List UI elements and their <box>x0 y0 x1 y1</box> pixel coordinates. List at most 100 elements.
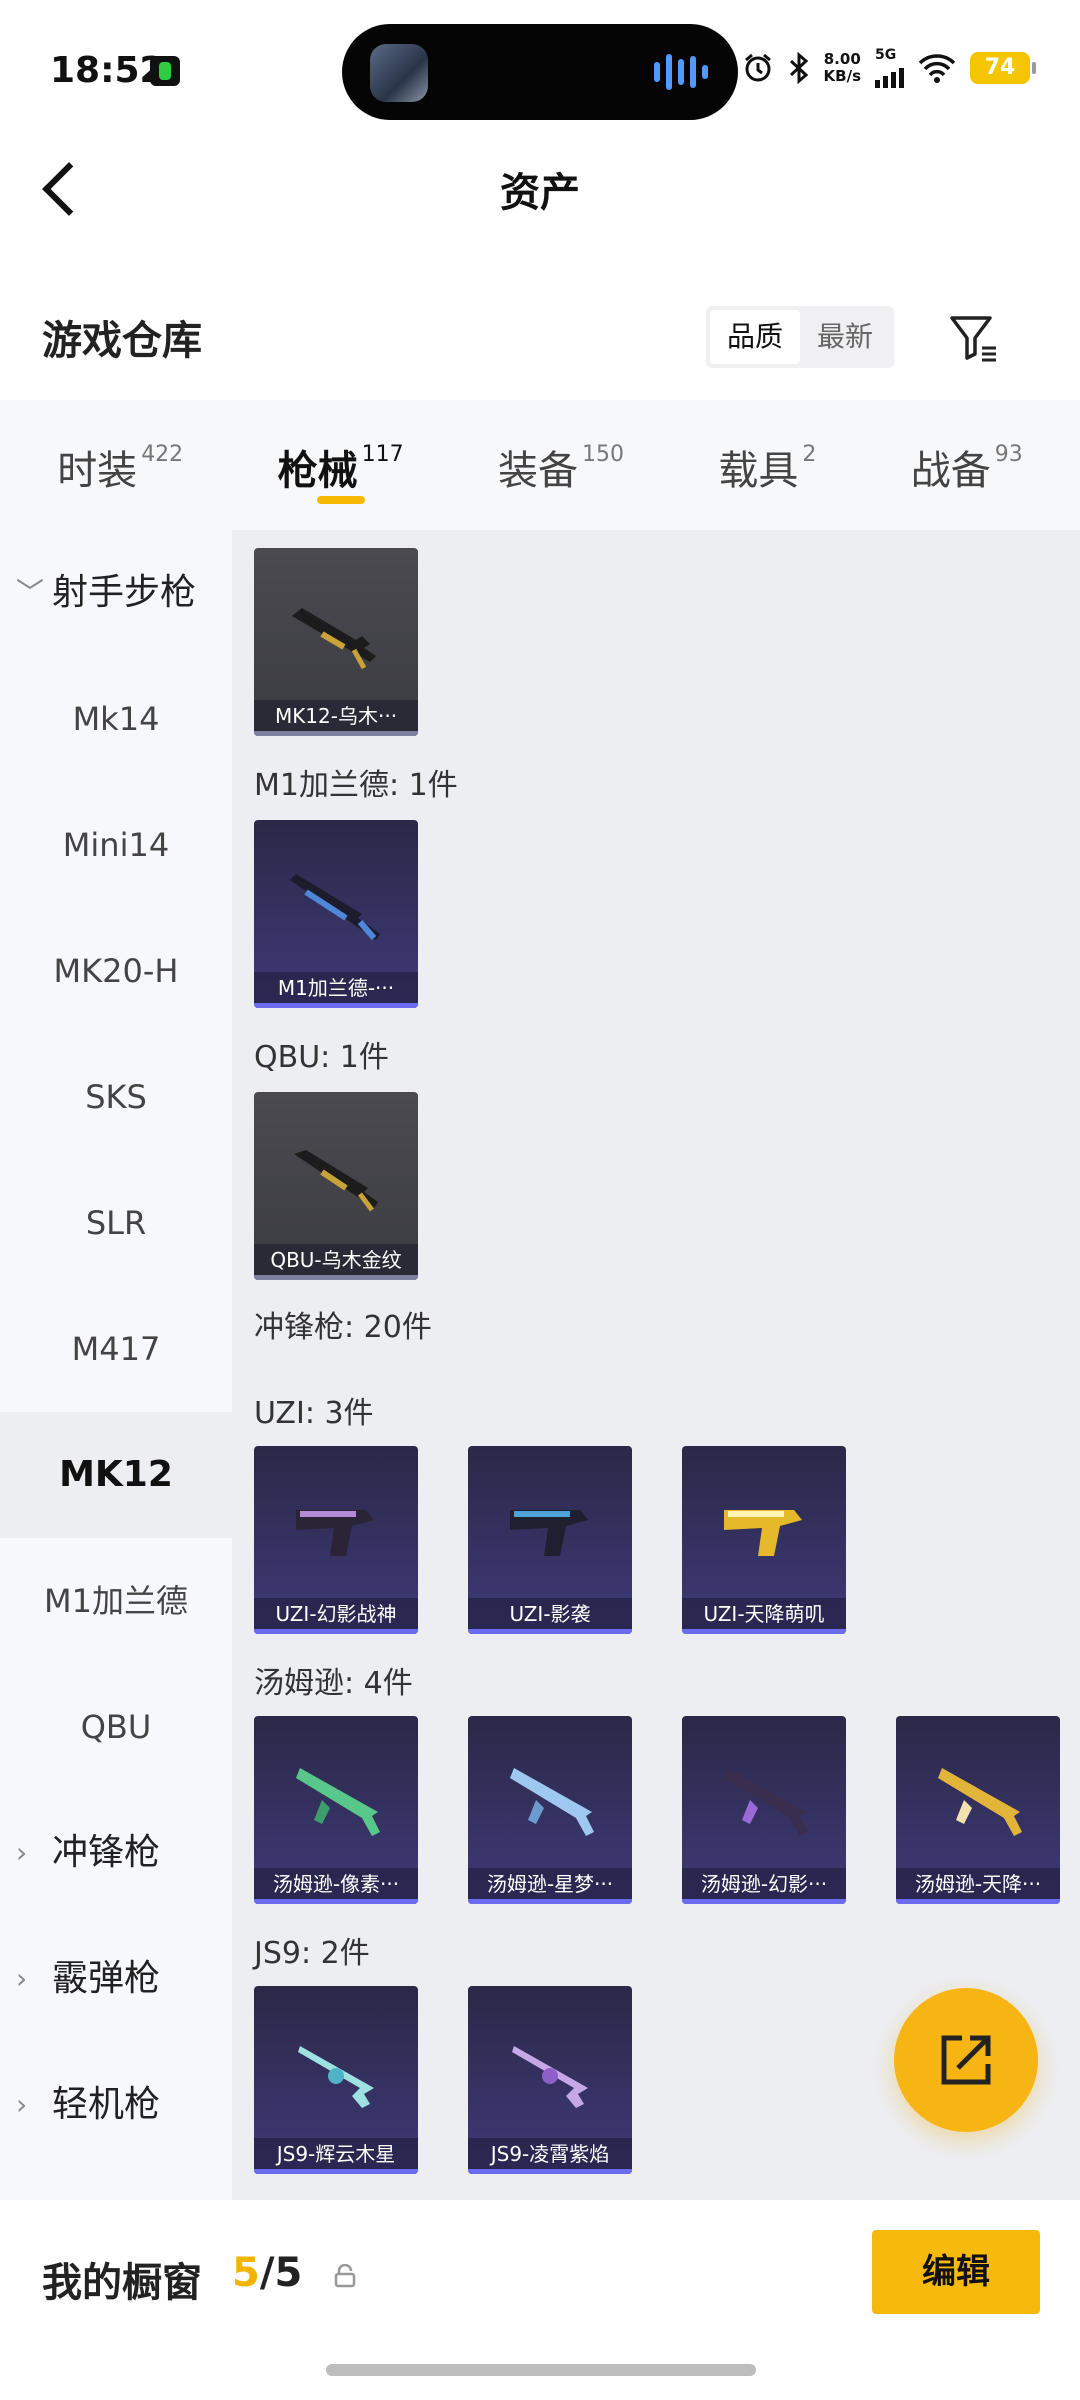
section-label-qbu: QBU: 1件 <box>254 1040 389 1075</box>
tab-count: 93 <box>994 442 1023 467</box>
sidebar-item-lmg[interactable]: › 轻机枪 <box>0 2042 232 2168</box>
weapon-card[interactable]: M1加兰德-··· <box>254 820 418 1008</box>
uzi-icon <box>724 1510 802 1556</box>
weapon-card[interactable]: JS9-凌霄紫焰 <box>468 1986 632 2174</box>
dynamic-island[interactable] <box>342 24 738 120</box>
tab-count: 422 <box>141 442 184 467</box>
weapon-card-label: 汤姆逊-星梦··· <box>468 1868 632 1904</box>
showcase-count: 5/5 <box>232 2250 303 2296</box>
sort-toggle: 品质 最新 <box>706 306 894 368</box>
weapon-card-label: M1加兰德-··· <box>254 972 418 1008</box>
tab-fashion[interactable]: 时装 422 <box>57 400 183 530</box>
weapon-card[interactable]: UZI-幻影战神 <box>254 1446 418 1634</box>
edit-button[interactable]: 编辑 <box>872 2230 1040 2314</box>
sidebar-item-mk14[interactable]: Mk14 <box>0 656 232 782</box>
share-button[interactable] <box>894 1988 1038 2132</box>
tab-count: 2 <box>802 442 817 467</box>
section-label-smg: 冲锋枪: 20件 <box>254 1310 432 1345</box>
weapon-card-label: UZI-幻影战神 <box>254 1598 418 1634</box>
sidebar-item-slr[interactable]: SLR <box>0 1160 232 1286</box>
alarm-icon <box>744 53 771 82</box>
weapon-card-label: JS9-辉云木星 <box>254 2138 418 2174</box>
section-label-thompson: 汤姆逊: 4件 <box>254 1666 413 1701</box>
showcase-label: 我的橱窗 <box>42 2260 202 2306</box>
sort-quality-button[interactable]: 品质 <box>710 310 800 364</box>
filter-button[interactable] <box>944 308 1004 368</box>
section-label-m1: M1加兰德: 1件 <box>254 768 458 803</box>
sidebar-item-smg[interactable]: › 冲锋枪 <box>0 1790 232 1916</box>
weapon-card-label: JS9-凌霄紫焰 <box>468 2138 632 2174</box>
bluetooth-icon <box>789 52 808 84</box>
status-bar: 18:52 8.00 KB/s 5G 74 <box>0 0 1080 140</box>
sidebar-item-dmr[interactable]: ﹀ 射手步枪 <box>0 530 232 656</box>
lock-icon <box>334 2264 356 2288</box>
wifi-icon <box>918 54 956 83</box>
network-speed: 8.00 KB/s <box>823 50 861 85</box>
sidebar-item-m417[interactable]: M417 <box>0 1286 232 1412</box>
status-icons: 8.00 KB/s 5G 74 <box>742 48 1036 88</box>
section-label-js9: JS9: 2件 <box>254 1936 370 1971</box>
status-time: 18:52 <box>50 50 165 91</box>
battery-indicator: 74 <box>970 52 1036 84</box>
weapon-grid: MK12-乌木··· M1加兰德: 1件 M1加兰德-··· QBU: 1件 Q… <box>232 530 1080 2200</box>
weapon-sidebar: ﹀ 射手步枪 Mk14 Mini14 MK20-H SKS SLR M417 MK… <box>0 530 232 2200</box>
weapon-card[interactable]: MK12-乌木··· <box>254 548 418 736</box>
tab-firearms[interactable]: 枪械 117 <box>278 400 404 530</box>
smg-icon <box>510 1768 594 1836</box>
weapon-card-label: MK12-乌木··· <box>254 700 418 736</box>
weapon-card[interactable]: UZI-影袭 <box>468 1446 632 1634</box>
rifle-icon <box>292 608 376 670</box>
section-label-uzi: UZI: 3件 <box>254 1396 374 1431</box>
weapon-card-label: 汤姆逊-天降··· <box>896 1868 1060 1904</box>
weapon-card[interactable]: 汤姆逊-星梦··· <box>468 1716 632 1904</box>
weapon-card-label: 汤姆逊-幻影··· <box>682 1868 846 1904</box>
sidebar-item-mk12[interactable]: MK12 <box>0 1412 232 1538</box>
tab-vehicles[interactable]: 载具 2 <box>718 400 816 530</box>
smg-icon <box>296 1768 380 1836</box>
weapon-card[interactable]: UZI-天降萌叽 <box>682 1446 846 1634</box>
app-notification-icon <box>150 56 180 86</box>
sidebar-item-qbu[interactable]: QBU <box>0 1664 232 1790</box>
tab-supplies[interactable]: 战备 93 <box>911 400 1023 530</box>
chevron-down-icon: ﹀ <box>16 576 45 609</box>
sidebar-item-mk20h[interactable]: MK20-H <box>0 908 232 1034</box>
chevron-right-icon: › <box>16 2088 28 2121</box>
category-tabs: 时装 422 枪械 117 装备 150 载具 2 战备 93 <box>0 400 1080 530</box>
tab-count: 150 <box>581 442 624 467</box>
weapon-card-label: 汤姆逊-像素··· <box>254 1868 418 1904</box>
sidebar-item-m1-garand[interactable]: M1加兰德 <box>0 1538 232 1664</box>
weapon-card-label: UZI-影袭 <box>468 1598 632 1634</box>
smg-icon <box>938 1768 1022 1836</box>
chevron-right-icon: › <box>16 1962 28 1995</box>
sidebar-item-shotgun[interactable]: › 霰弹枪 <box>0 1916 232 2042</box>
cellular-signal-icon: 5G <box>875 48 904 88</box>
home-indicator[interactable] <box>326 2364 756 2376</box>
audio-wave-icon <box>654 54 708 90</box>
tab-count: 117 <box>361 442 404 467</box>
weapon-card[interactable]: 汤姆逊-天降··· <box>896 1716 1060 1904</box>
weapon-card-label: QBU-乌木金纹 <box>254 1244 418 1280</box>
weapon-card-label: UZI-天降萌叽 <box>682 1598 846 1634</box>
warehouse-title: 游戏仓库 <box>42 318 202 364</box>
filter-icon <box>950 316 996 362</box>
page-header: 资产 <box>0 130 1080 240</box>
weapon-card[interactable]: 汤姆逊-幻影··· <box>682 1716 846 1904</box>
sidebar-item-mini14[interactable]: Mini14 <box>0 782 232 908</box>
sort-newest-button[interactable]: 最新 <box>800 310 890 364</box>
page-title: 资产 <box>500 170 580 216</box>
weapon-card[interactable]: 汤姆逊-像素··· <box>254 1716 418 1904</box>
smg-icon <box>512 2046 588 2108</box>
share-icon <box>941 2035 991 2085</box>
rifle-icon <box>294 1150 378 1212</box>
uzi-icon <box>296 1510 374 1556</box>
uzi-icon <box>510 1510 588 1556</box>
media-thumbnail <box>370 44 428 102</box>
rifle-icon <box>290 874 380 940</box>
smg-icon <box>298 2046 374 2108</box>
sidebar-item-sks[interactable]: SKS <box>0 1034 232 1160</box>
chevron-right-icon: › <box>16 1836 28 1869</box>
tab-equipment[interactable]: 装备 150 <box>498 400 624 530</box>
weapon-card[interactable]: QBU-乌木金纹 <box>254 1092 418 1280</box>
smg-icon <box>724 1768 808 1836</box>
weapon-card[interactable]: JS9-辉云木星 <box>254 1986 418 2174</box>
